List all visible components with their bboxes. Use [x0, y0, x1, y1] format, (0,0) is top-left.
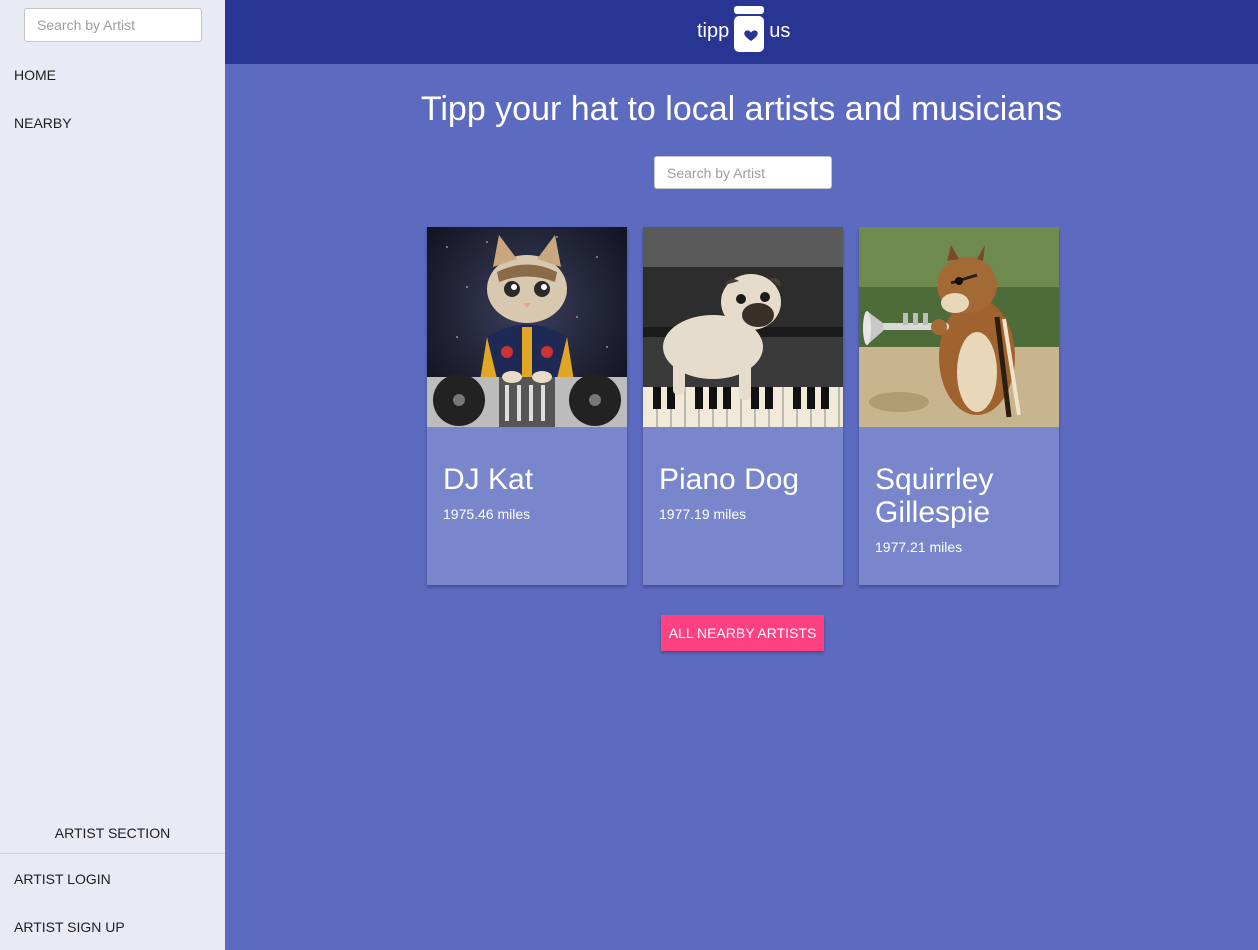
- artist-name: Squirrley Gillespie: [875, 463, 994, 529]
- all-nearby-artists-button[interactable]: ALL NEARBY ARTISTS: [661, 615, 824, 651]
- main-search-input[interactable]: [654, 156, 832, 189]
- artist-section-heading: ARTIST SECTION: [54, 825, 171, 841]
- artist-card-body: DJ Kat 1975.46 miles: [443, 463, 619, 522]
- sidebar: HOME NEARBY ARTIST SECTION ARTIST LOGIN …: [0, 0, 225, 950]
- artist-distance: 1977.19 miles: [659, 506, 747, 522]
- artist-distance: 1975.46 miles: [443, 506, 531, 522]
- sidebar-item-home[interactable]: HOME: [14, 67, 56, 83]
- artist-card[interactable]: Piano Dog 1977.19 miles: [643, 227, 843, 585]
- sidebar-item-artist-signup[interactable]: ARTIST SIGN UP: [14, 919, 125, 935]
- pug-piano-image: [643, 227, 843, 427]
- artist-card[interactable]: DJ Kat 1975.46 miles: [427, 227, 627, 585]
- logo-text-right: us: [769, 19, 791, 42]
- artist-card[interactable]: Squirrley Gillespie 1977.21 miles: [859, 227, 1059, 585]
- top-app-bar: tipp us: [225, 0, 1258, 64]
- sidebar-search-input[interactable]: [24, 8, 202, 42]
- tip-jar-heart-icon: [732, 4, 766, 59]
- logo-text-left: tipp: [697, 19, 730, 42]
- kitten-dj-image: [427, 227, 627, 427]
- sidebar-item-artist-login[interactable]: ARTIST LOGIN: [14, 871, 111, 887]
- sidebar-item-nearby[interactable]: NEARBY: [14, 115, 72, 131]
- chipmunk-trumpet-image: [859, 227, 1059, 427]
- sidebar-divider: [0, 853, 225, 854]
- app-logo[interactable]: tipp us: [697, 4, 791, 59]
- artist-name: DJ Kat: [443, 463, 534, 496]
- artist-card-body: Squirrley Gillespie 1977.21 miles: [875, 463, 1051, 555]
- artist-name: Piano Dog: [659, 463, 800, 496]
- artist-card-body: Piano Dog 1977.19 miles: [659, 463, 835, 522]
- artist-distance: 1977.21 miles: [875, 539, 963, 555]
- page-headline: Tipp your hat to local artists and music…: [420, 90, 1063, 128]
